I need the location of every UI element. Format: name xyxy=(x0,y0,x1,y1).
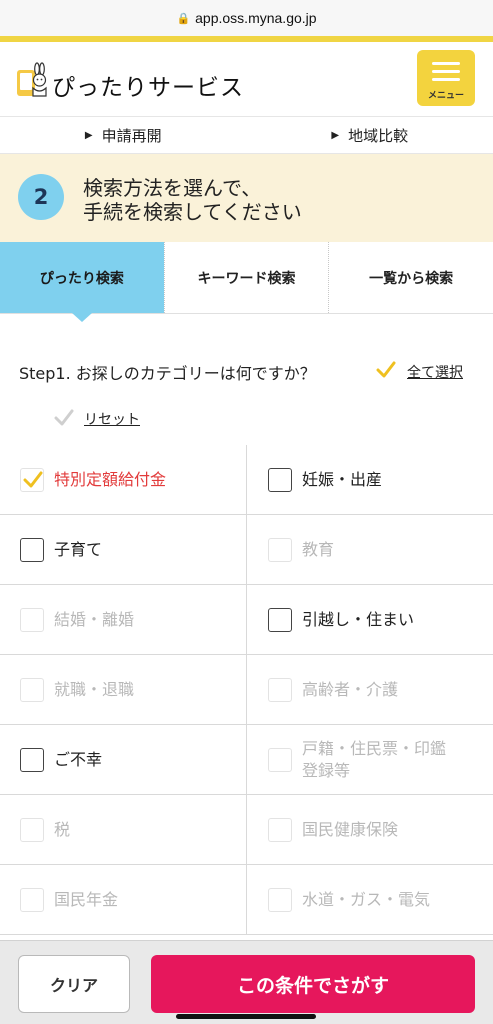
category-grid: 特別定額給付金 妊娠・出産 子育て 教育 結婚・離婚 引越し・住まい 就職・退職 xyxy=(0,445,493,935)
nav-region-compare[interactable]: ▶ 地域比較 xyxy=(247,117,493,153)
category-label: 税 xyxy=(54,819,71,839)
category-row: 国民年金 水道・ガス・電気 xyxy=(0,865,493,935)
category-moving-housing[interactable]: 引越し・住まい xyxy=(246,585,492,654)
step-banner: 2 検索方法を選んで、 手続を検索してください xyxy=(0,154,493,242)
category-label-line1: 戸籍・住民票・印鑑 xyxy=(302,738,447,758)
step-instruction-line2: 手続を検索してください xyxy=(83,200,302,224)
category-employment: 就職・退職 xyxy=(0,655,246,724)
checkbox xyxy=(20,677,44,702)
category-row: 就職・退職 高齢者・介護 xyxy=(0,655,493,725)
category-health-insurance: 国民健康保険 xyxy=(246,795,492,864)
category-row: 結婚・離婚 引越し・住まい xyxy=(0,585,493,655)
category-education: 教育 xyxy=(246,515,492,584)
checkbox xyxy=(20,887,44,912)
category-label: 子育て xyxy=(54,539,103,559)
checkbox[interactable] xyxy=(268,607,292,632)
category-label: ご不幸 xyxy=(54,749,103,769)
category-question: Step1. お探しのカテゴリーは何ですか？ xyxy=(19,364,316,383)
tab-keyword-search[interactable]: キーワード検索 xyxy=(163,242,329,313)
category-row: 子育て 教育 xyxy=(0,515,493,585)
checkbox[interactable] xyxy=(20,747,44,772)
category-tax: 税 xyxy=(0,795,246,864)
search-button[interactable]: この条件でさがす xyxy=(151,955,475,1013)
category-label: 高齢者・介護 xyxy=(302,679,399,699)
tab-pittari-search[interactable]: ぴったり検索 xyxy=(0,242,164,322)
triangle-right-icon: ▶ xyxy=(84,129,93,141)
app-header: ぴったりサービス メニュー xyxy=(0,36,493,116)
category-row: 税 国民健康保険 xyxy=(0,795,493,865)
category-row: 特別定額給付金 妊娠・出産 xyxy=(0,445,493,515)
checkbox[interactable] xyxy=(268,467,292,492)
checkmark-icon xyxy=(376,361,396,378)
category-family-register: 戸籍・住民票・印鑑 登録等 xyxy=(246,725,492,794)
clear-button[interactable]: クリア xyxy=(18,955,130,1013)
checkbox xyxy=(20,817,44,842)
menu-label: メニュー xyxy=(427,91,464,101)
triangle-right-icon: ▶ xyxy=(331,129,340,141)
brand-title[interactable]: ぴったりサービス xyxy=(52,68,244,102)
category-special-benefit[interactable]: 特別定額給付金 xyxy=(0,445,246,514)
search-method-tabs: ぴったり検索 キーワード検索 一覧から検索 xyxy=(0,242,493,322)
step-number-badge: 2 xyxy=(18,174,64,220)
category-label: 妊娠・出産 xyxy=(302,469,383,489)
browser-url-bar[interactable]: 🔒 app.oss.myna.go.jp xyxy=(0,0,493,36)
category-bereavement[interactable]: ご不幸 xyxy=(0,725,246,794)
category-marriage-divorce: 結婚・離婚 xyxy=(0,585,246,654)
category-label: 水道・ガス・電気 xyxy=(302,889,431,909)
hamburger-icon xyxy=(432,62,460,65)
category-elderly-care: 高齢者・介護 xyxy=(246,655,492,724)
home-indicator xyxy=(176,1014,316,1019)
action-bar: クリア この条件でさがす xyxy=(0,940,493,1024)
checkbox[interactable] xyxy=(20,537,44,562)
checkbox xyxy=(20,607,44,632)
category-label: 国民健康保険 xyxy=(302,819,399,839)
checkbox[interactable] xyxy=(20,467,44,492)
step-instruction-line1: 検索方法を選んで、 xyxy=(83,176,262,200)
nav-label: 申請再開 xyxy=(101,126,162,145)
category-label: 戸籍・住民票・印鑑 登録等 xyxy=(302,738,446,782)
url-text: app.oss.myna.go.jp xyxy=(195,10,317,26)
category-row: ご不幸 戸籍・住民票・印鑑 登録等 xyxy=(0,725,493,795)
checkbox xyxy=(268,537,292,562)
step-instruction: 検索方法を選んで、 手続を検索してください xyxy=(83,176,302,224)
select-all-link[interactable]: 全て選択 xyxy=(407,362,463,382)
checkbox xyxy=(268,747,292,772)
rabbit-logo-icon[interactable] xyxy=(15,62,49,100)
category-pregnancy-birth[interactable]: 妊娠・出産 xyxy=(246,445,492,514)
category-label: 就職・退職 xyxy=(54,679,135,699)
checkmark-icon xyxy=(23,471,43,487)
sub-navigation: ▶ 申請再開 ▶ 地域比較 xyxy=(0,116,493,154)
menu-button[interactable]: メニュー xyxy=(417,50,475,106)
nav-label: 地域比較 xyxy=(348,126,409,145)
lock-icon: 🔒 xyxy=(176,12,191,25)
category-label: 結婚・離婚 xyxy=(54,609,135,629)
reset-link[interactable]: リセット xyxy=(84,409,140,429)
checkbox xyxy=(268,817,292,842)
checkmark-icon xyxy=(54,409,74,426)
category-childcare[interactable]: 子育て xyxy=(0,515,246,584)
nav-resume-application[interactable]: ▶ 申請再開 xyxy=(0,117,247,153)
category-label: 教育 xyxy=(302,539,335,559)
category-utilities: 水道・ガス・電気 xyxy=(246,865,492,934)
category-national-pension: 国民年金 xyxy=(0,865,246,934)
category-label: 引越し・住まい xyxy=(302,609,415,629)
checkbox xyxy=(268,887,292,912)
tab-list-search[interactable]: 一覧から検索 xyxy=(328,242,493,313)
checkbox xyxy=(268,677,292,702)
category-label: 特別定額給付金 xyxy=(54,469,167,489)
category-label-line2: 登録等 xyxy=(302,760,351,780)
category-label: 国民年金 xyxy=(54,889,119,909)
